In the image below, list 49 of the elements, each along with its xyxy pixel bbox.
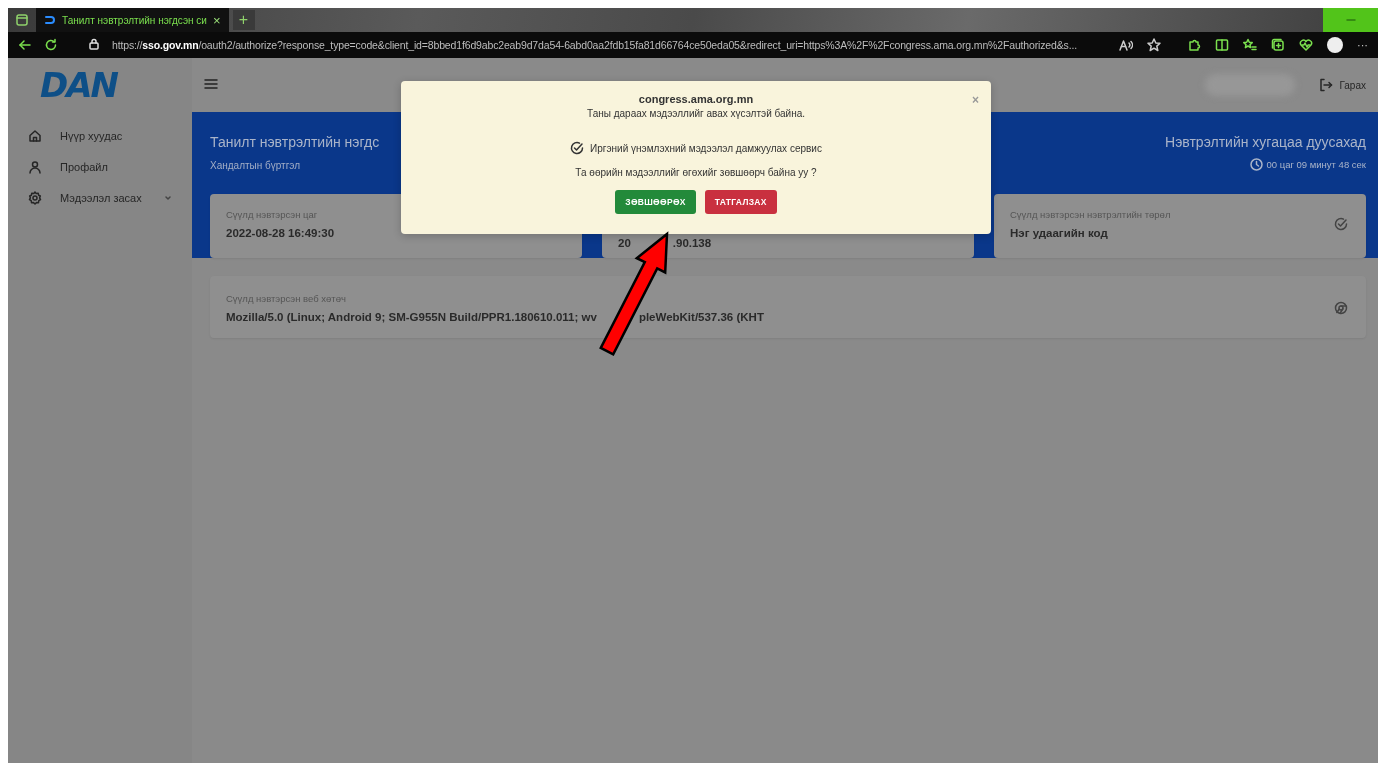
tab-title: Танилт нэвтрэлтийн нэгдсэн си: [62, 14, 207, 26]
sidebar-item[interactable]: Мэдээлэл засах: [8, 182, 192, 213]
card-value: Mozilla/5.0 (Linux; Android 9; SM-G955N Build/PPR1.180610.011; wv: [226, 311, 597, 323]
site-favicon-icon: [44, 14, 56, 26]
deny-button[interactable]: ТАТГАЛЗАХ: [704, 190, 777, 214]
dialog-message: Таны дараах мэдээллийг авах хүсэлтэй байна.: [587, 108, 805, 119]
browser-tab[interactable]: Танилт нэвтрэлтийн нэгдсэн си ×: [36, 8, 229, 32]
close-button[interactable]: ×: [972, 93, 979, 107]
tab-close-button[interactable]: ×: [212, 12, 221, 28]
home-icon: [28, 128, 42, 143]
logout-icon: [1319, 78, 1334, 92]
refresh-icon[interactable]: [44, 38, 58, 52]
puzzle-icon[interactable]: [1187, 38, 1201, 52]
countdown-text: 00 цаг 09 минут 48 сек: [1266, 159, 1366, 170]
consent-question: Та өөрийн мэдээллийг өгөхийг зөвшөөрч байна уу ?: [574, 167, 818, 178]
lock-icon: [88, 38, 100, 50]
person-icon: [28, 159, 42, 174]
dan-logo[interactable]: DAN: [8, 58, 192, 112]
sidebar-item[interactable]: Профайл: [8, 151, 192, 182]
favorite-star-icon[interactable]: [1147, 38, 1161, 52]
more-menu-button[interactable]: ···: [1357, 39, 1368, 51]
page-title: Танилт нэвтрэлтийн нэгдс: [210, 134, 380, 150]
new-tab-button[interactable]: +: [232, 10, 255, 30]
menu-icon[interactable]: [204, 78, 218, 90]
address-bar[interactable]: https://sso.gov.mn/oauth2/authorize?response_type=code&client_id=8bbed1f6d9abc2eab9d7da54-6abd0aa2fdb15fa81d66764ce50eda05&redirect_uri=https%3A%2F%2Fcongress.ama.org.mn%2Fauthorized&s...: [112, 39, 1077, 51]
check-circle-icon: [1334, 217, 1348, 231]
workspaces-icon[interactable]: [16, 14, 28, 26]
profile-avatar[interactable]: [1327, 37, 1343, 53]
scope-label: Иргэний үнэмлэхний мэдээлэл дамжуулах сервис: [590, 142, 822, 154]
heart-pulse-icon[interactable]: [1299, 38, 1313, 52]
gear-icon: [28, 190, 42, 205]
dialog-title: congress.ama.org.mn: [638, 93, 754, 105]
sidebar-item[interactable]: Нүүр хуудас: [8, 120, 192, 151]
card-value: Нэг удаагийн код: [1010, 227, 1108, 239]
session-title: Нэвтрэлтийн хугацаа дуусахад: [1165, 134, 1366, 150]
clock-icon: [1249, 158, 1263, 171]
read-aloud-icon[interactable]: [1119, 39, 1133, 51]
split-screen-icon[interactable]: [1215, 38, 1229, 52]
back-icon[interactable]: [18, 38, 32, 52]
card-value: .90.138: [672, 237, 712, 249]
collections-icon[interactable]: [1271, 38, 1285, 52]
allow-button[interactable]: ЗӨВШӨӨРӨХ: [615, 190, 696, 214]
favorites-list-icon[interactable]: [1243, 38, 1257, 52]
card-value: 2022-08-28 16:49:30: [226, 227, 335, 239]
card-value: pleWebKit/537.36 (KHT: [638, 311, 764, 323]
card-value: 20: [618, 237, 631, 249]
page-subtitle: Хандалтын бүртгэл: [210, 160, 302, 171]
browser-icon: [1334, 301, 1348, 315]
logout-button[interactable]: Гарах: [1319, 78, 1366, 92]
